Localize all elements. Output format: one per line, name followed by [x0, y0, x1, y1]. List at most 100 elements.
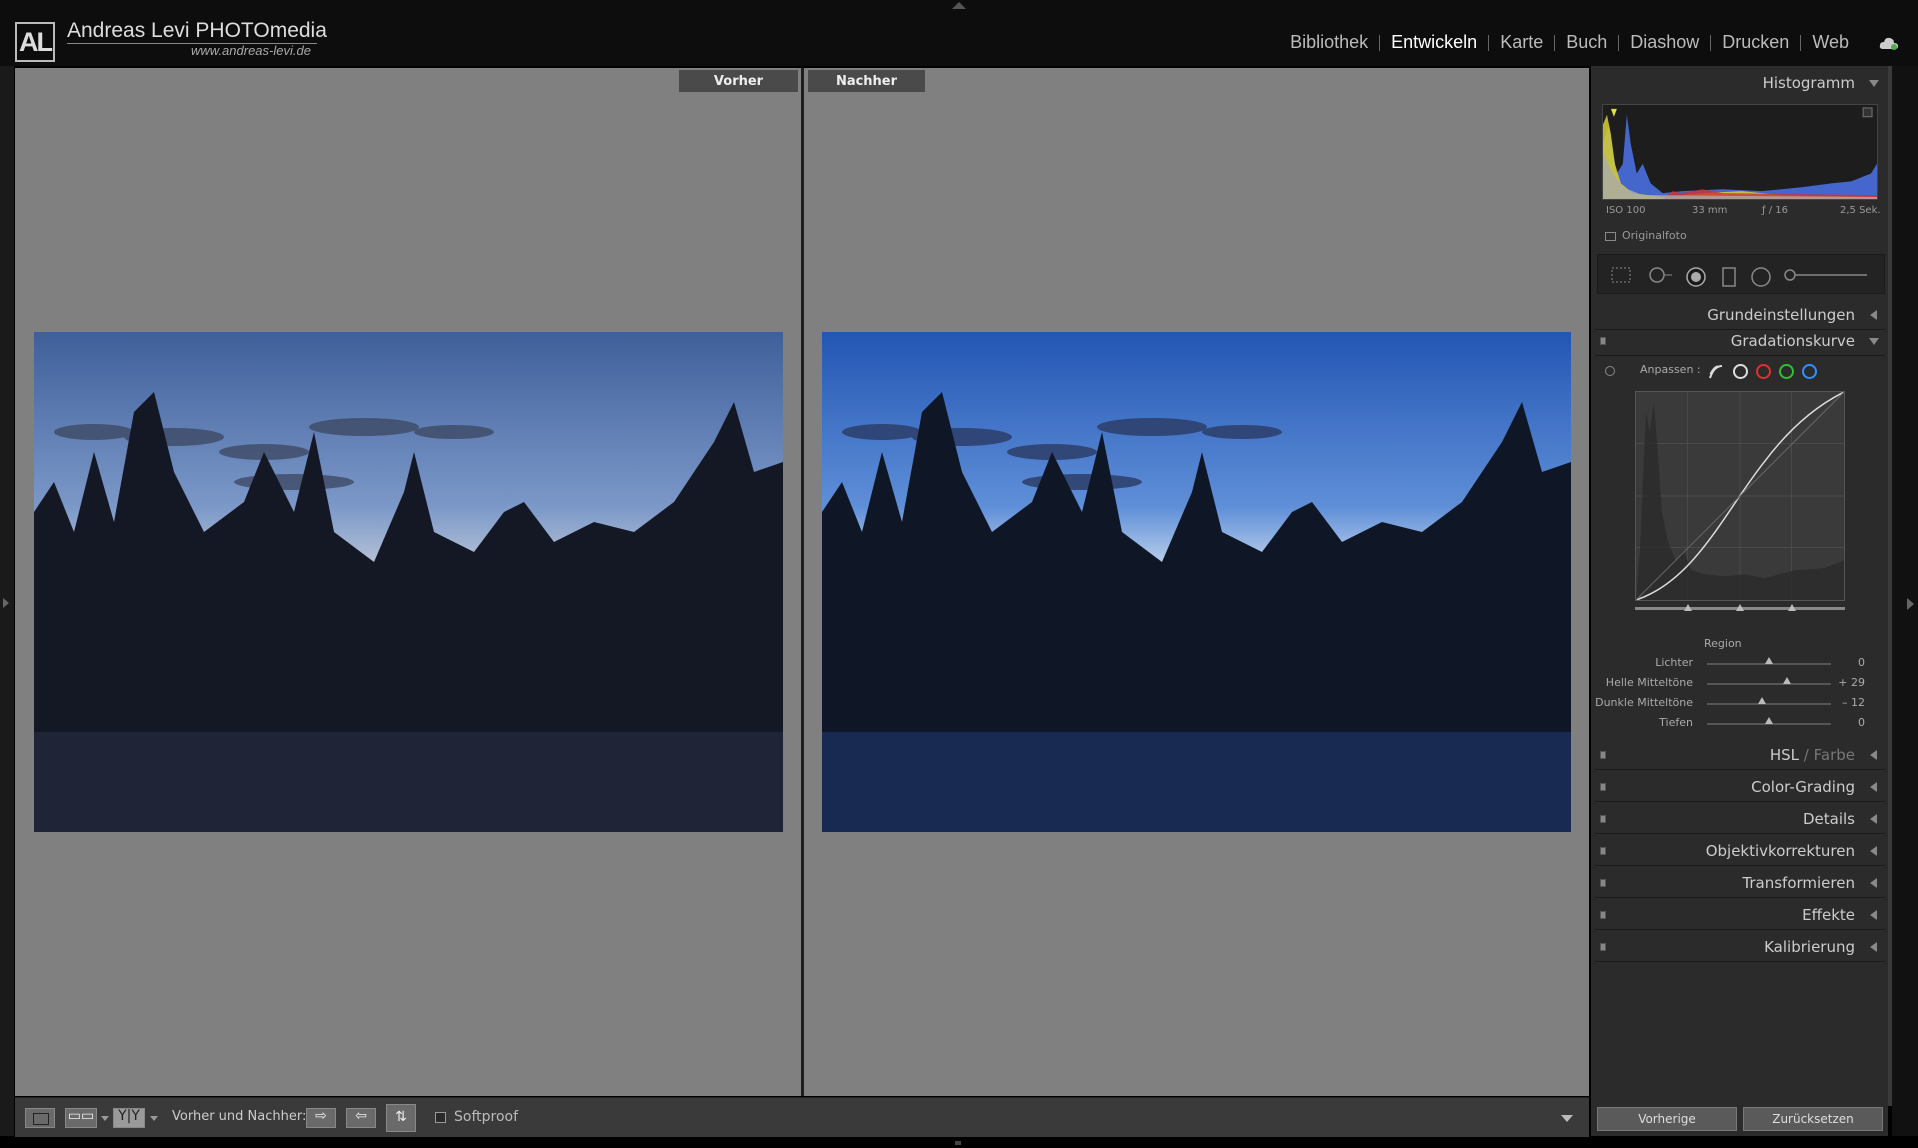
slider-helle-mitteltoene[interactable]: Helle Mitteltöne + 29	[1595, 674, 1885, 692]
panel-header-effekte[interactable]: Effekte	[1595, 900, 1885, 930]
bottom-panel-toggle-icon[interactable]	[955, 1141, 961, 1145]
arrow-left-icon: ⇦	[355, 1108, 367, 1124]
expand-icon	[1870, 878, 1877, 888]
panel-title-hsl[interactable]: HSL	[1770, 746, 1799, 764]
panel-header-histogram[interactable]: Histogramm	[1595, 68, 1885, 98]
graduated-filter-icon[interactable]	[1721, 266, 1737, 288]
before-after-view-button[interactable]: Y|Y	[113, 1108, 145, 1128]
curve-split-shadows-knob[interactable]	[1684, 604, 1692, 611]
radial-filter-icon[interactable]	[1750, 266, 1772, 288]
tone-curve-graph[interactable]	[1635, 391, 1845, 601]
histogram[interactable]	[1602, 104, 1878, 200]
bottom-toolbar: ▭▭ Y|Y Vorher und Nachher: ⇨ ⇦ ⇅ Softpro…	[15, 1097, 1589, 1137]
softproof-checkbox[interactable]	[435, 1112, 446, 1123]
slider-knob[interactable]	[1765, 717, 1773, 724]
right-panel-toggle-icon[interactable]	[1907, 598, 1914, 610]
before-after-dropdown-icon[interactable]	[150, 1116, 158, 1121]
loupe-view-button[interactable]	[25, 1108, 55, 1128]
panel-header-color-grading[interactable]: Color-Grading	[1595, 772, 1885, 802]
exif-shutter: 2,5 Sek.	[1840, 205, 1881, 216]
left-panel-toggle-icon[interactable]	[3, 598, 9, 608]
panel-switch-icon[interactable]	[1600, 943, 1606, 951]
reference-view-dropdown-icon[interactable]	[101, 1116, 109, 1121]
panel-switch-icon[interactable]	[1600, 751, 1606, 759]
slider-track[interactable]	[1707, 703, 1831, 705]
target-adjustment-icon[interactable]	[1605, 366, 1615, 376]
panel-switch-icon[interactable]	[1600, 847, 1606, 855]
slider-value[interactable]: + 29	[1838, 676, 1865, 689]
slider-label: Helle Mitteltöne	[1605, 676, 1693, 689]
panel-title-farbe[interactable]: Farbe	[1814, 746, 1855, 764]
panel-header-hsl[interactable]: HSL / Farbe	[1595, 740, 1885, 770]
softproof-label: Softproof	[454, 1109, 519, 1125]
copy-before-to-after-button[interactable]: ⇨	[306, 1108, 336, 1128]
original-photo-checkbox[interactable]	[1605, 232, 1616, 241]
slider-value[interactable]: 0	[1858, 656, 1865, 669]
toolbar-options-dropdown-icon[interactable]	[1561, 1115, 1573, 1122]
curve-split-highlights-knob[interactable]	[1788, 604, 1796, 611]
curve-split-midtones-knob[interactable]	[1736, 604, 1744, 611]
panel-header-objektivkorrekturen[interactable]: Objektivkorrekturen	[1595, 836, 1885, 866]
highlight-clipping-icon[interactable]	[1862, 107, 1873, 118]
green-channel-icon[interactable]	[1779, 364, 1794, 379]
blue-channel-icon[interactable]	[1802, 364, 1817, 379]
crop-icon[interactable]	[1610, 266, 1632, 284]
region-label: Region	[1704, 637, 1742, 650]
slider-track[interactable]	[1707, 683, 1831, 685]
cloud-sync-icon[interactable]	[1879, 36, 1899, 50]
panel-switch-icon[interactable]	[1600, 783, 1606, 791]
slider-knob[interactable]	[1757, 697, 1766, 704]
expand-icon	[1870, 814, 1877, 824]
parametric-curve-icon[interactable]	[1708, 364, 1724, 380]
original-photo-label: Originalfoto	[1622, 229, 1687, 242]
panel-switch-icon[interactable]	[1600, 337, 1606, 345]
slider-knob[interactable]	[1765, 657, 1773, 664]
slider-knob[interactable]	[1782, 677, 1791, 684]
slider-dunkle-mitteltoene[interactable]: Dunkle Mitteltöne – 12	[1595, 694, 1885, 712]
module-entwickeln[interactable]: Entwickeln	[1380, 32, 1488, 53]
panel-switch-icon[interactable]	[1600, 911, 1606, 919]
panel-title: Kalibrierung	[1764, 937, 1855, 956]
copy-after-to-before-button[interactable]: ⇦	[346, 1108, 376, 1128]
panel-header-gradationskurve[interactable]: Gradationskurve	[1595, 326, 1885, 356]
module-karte[interactable]: Karte	[1489, 32, 1554, 53]
panel-title-separator: /	[1799, 745, 1814, 764]
slider-tiefen[interactable]: Tiefen 0	[1595, 714, 1885, 732]
before-photo[interactable]	[34, 332, 783, 832]
panel-header-details[interactable]: Details	[1595, 804, 1885, 834]
top-panel-toggle-icon[interactable]	[952, 2, 966, 9]
slider-label: Tiefen	[1659, 716, 1693, 729]
collapse-icon	[1869, 80, 1879, 87]
brand-url: www.andreas-levi.de	[191, 43, 311, 58]
panel-header-transformieren[interactable]: Transformieren	[1595, 868, 1885, 898]
brand-logo: AL	[15, 22, 55, 62]
slider-value[interactable]: – 12	[1842, 696, 1865, 709]
reset-button[interactable]: Zurücksetzen	[1743, 1107, 1883, 1131]
point-curve-white-icon[interactable]	[1733, 364, 1748, 379]
expand-icon	[1870, 750, 1877, 760]
slider-value[interactable]: 0	[1858, 716, 1865, 729]
panel-switch-icon[interactable]	[1600, 879, 1606, 887]
reference-view-button[interactable]: ▭▭	[65, 1108, 97, 1128]
swap-before-after-button[interactable]: ⇅	[386, 1104, 416, 1132]
curve-adjust-label: Anpassen :	[1640, 363, 1701, 376]
module-drucken[interactable]: Drucken	[1711, 32, 1800, 53]
panel-header-kalibrierung[interactable]: Kalibrierung	[1595, 932, 1885, 962]
module-diashow[interactable]: Diashow	[1619, 32, 1710, 53]
panel-switch-icon[interactable]	[1600, 815, 1606, 823]
panel-title: Details	[1802, 809, 1855, 828]
exif-iso: ISO 100	[1606, 205, 1646, 216]
after-photo[interactable]	[822, 332, 1571, 832]
expand-icon	[1870, 942, 1877, 952]
before-after-label: Vorher und Nachher:	[172, 1109, 307, 1124]
slider-lichter[interactable]: Lichter 0	[1595, 654, 1885, 672]
module-web[interactable]: Web	[1801, 32, 1860, 53]
previous-settings-button[interactable]: Vorherige	[1597, 1107, 1737, 1131]
module-buch[interactable]: Buch	[1555, 32, 1618, 53]
adjustment-brush-icon[interactable]	[1781, 266, 1871, 284]
spot-removal-icon[interactable]	[1648, 266, 1674, 284]
red-eye-icon[interactable]	[1685, 266, 1707, 288]
module-bibliothek[interactable]: Bibliothek	[1279, 32, 1379, 53]
red-channel-icon[interactable]	[1756, 364, 1771, 379]
shadow-clipping-icon[interactable]	[1610, 108, 1617, 117]
